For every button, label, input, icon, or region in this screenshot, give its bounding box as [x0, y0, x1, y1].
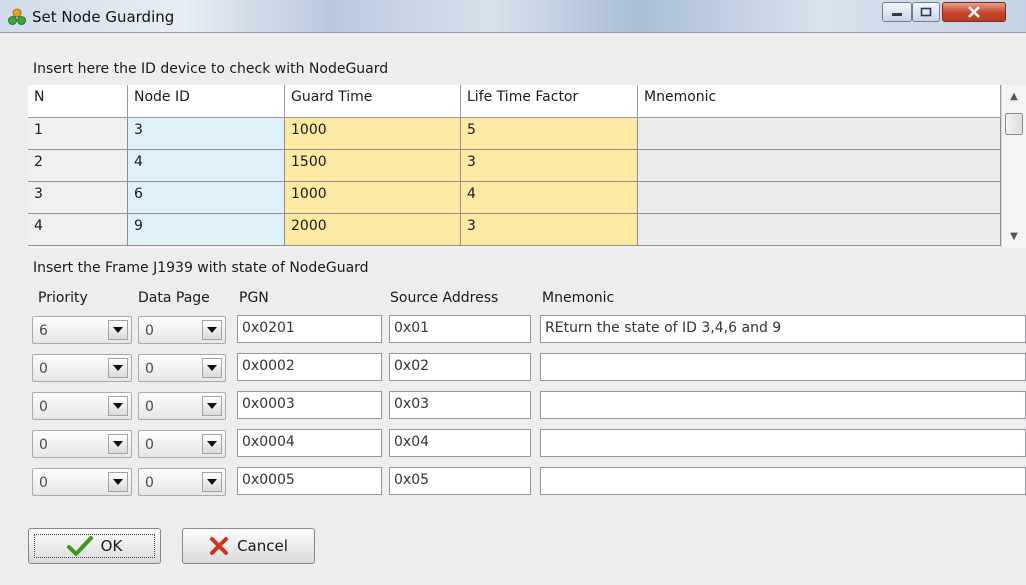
ok-button[interactable]: OK [28, 528, 161, 564]
grid-cell-mnemonic[interactable] [638, 150, 1001, 182]
chevron-down-icon[interactable] [202, 358, 222, 378]
grid-header-guard-time[interactable]: Guard Time [285, 85, 461, 118]
window-title: Set Node Guarding [32, 8, 175, 26]
maximize-icon [920, 7, 932, 17]
grid-cell-mnemonic[interactable] [638, 214, 1001, 246]
priority-value: 0 [39, 399, 48, 415]
grid-header-n[interactable]: N [28, 85, 128, 118]
grid-cell-life-time-factor[interactable]: 4 [461, 182, 638, 214]
scroll-thumb[interactable] [1005, 113, 1023, 135]
node-guard-grid: N Node ID Guard Time Life Time Factor Mn… [28, 85, 1026, 248]
data-page-select[interactable]: 0 [138, 430, 226, 458]
chevron-down-icon[interactable] [202, 472, 222, 492]
grid-header-node-id[interactable]: Node ID [128, 85, 285, 118]
pgn-field[interactable]: 0x0201 [237, 315, 382, 343]
chevron-down-icon[interactable] [108, 396, 128, 416]
grid-header-mnemonic[interactable]: Mnemonic [638, 85, 1001, 118]
nodes-icon [8, 8, 26, 25]
priority-select[interactable]: 0 [32, 392, 132, 420]
cancel-label: Cancel [237, 537, 288, 555]
cancel-button[interactable]: Cancel [182, 528, 315, 564]
priority-value: 0 [39, 475, 48, 491]
scroll-up-arrow-icon[interactable]: ▲ [1002, 85, 1026, 107]
data-page-value: 0 [145, 361, 154, 377]
mnemonic-field[interactable] [540, 467, 1026, 495]
priority-value: 0 [39, 437, 48, 453]
grid-cell-life-time-factor[interactable]: 3 [461, 150, 638, 182]
grid-row-number[interactable]: 3 [28, 182, 128, 214]
grid-cell-mnemonic[interactable] [638, 182, 1001, 214]
priority-select[interactable]: 0 [32, 354, 132, 382]
maximize-button[interactable] [912, 2, 940, 22]
minimize-button[interactable] [882, 2, 912, 22]
grid-header-life-time-factor[interactable]: Life Time Factor [461, 85, 638, 118]
priority-value: 6 [39, 323, 48, 339]
data-page-header: Data Page [138, 290, 210, 306]
mnemonic-field[interactable] [540, 429, 1026, 457]
source-address-field[interactable]: 0x05 [389, 467, 531, 495]
source-address-header: Source Address [390, 290, 499, 306]
set-node-guarding-window: Set Node Guarding Insert here the ID dev… [0, 0, 1026, 585]
chevron-down-icon[interactable] [108, 358, 128, 378]
data-page-select[interactable]: 0 [138, 392, 226, 420]
chevron-down-icon[interactable] [108, 434, 128, 454]
priority-header: Priority [38, 290, 88, 306]
grid-cell-node-id[interactable]: 3 [128, 118, 285, 150]
pgn-header: PGN [239, 290, 269, 306]
close-button[interactable] [942, 2, 1006, 22]
checkmark-icon [66, 536, 93, 556]
grid-cell-node-id[interactable]: 4 [128, 150, 285, 182]
grid-row-number[interactable]: 1 [28, 118, 128, 150]
pgn-field[interactable]: 0x0002 [237, 353, 382, 381]
source-address-field[interactable]: 0x02 [389, 353, 531, 381]
data-page-value: 0 [145, 475, 154, 491]
chevron-down-icon[interactable] [108, 320, 128, 340]
data-page-value: 0 [145, 437, 154, 453]
pgn-field[interactable]: 0x0003 [237, 391, 382, 419]
mnemonic-header: Mnemonic [542, 290, 615, 306]
priority-value: 0 [39, 361, 48, 377]
chevron-down-icon[interactable] [202, 434, 222, 454]
data-page-select[interactable]: 0 [138, 468, 226, 496]
mnemonic-field[interactable]: REturn the state of ID 3,4,6 and 9 [540, 315, 1026, 343]
source-address-field[interactable]: 0x03 [389, 391, 531, 419]
frame-section-label: Insert the Frame J1939 with state of Nod… [33, 260, 369, 276]
data-page-select[interactable]: 0 [138, 316, 226, 344]
mnemonic-field[interactable] [540, 353, 1026, 381]
grid-cell-guard-time[interactable]: 1500 [285, 150, 461, 182]
chevron-down-icon[interactable] [202, 396, 222, 416]
scroll-down-arrow-icon[interactable]: ▼ [1002, 225, 1026, 247]
grid-row-number[interactable]: 4 [28, 214, 128, 246]
minimize-icon [892, 13, 902, 16]
grid-cell-node-id[interactable]: 9 [128, 214, 285, 246]
chevron-down-icon[interactable] [108, 472, 128, 492]
cancel-x-icon [210, 537, 229, 555]
source-address-field[interactable]: 0x04 [389, 429, 531, 457]
close-icon [968, 6, 980, 18]
pgn-field[interactable]: 0x0005 [237, 467, 382, 495]
mnemonic-field[interactable] [540, 391, 1026, 419]
data-page-select[interactable]: 0 [138, 354, 226, 382]
data-page-value: 0 [145, 323, 154, 339]
ok-label: OK [100, 537, 123, 555]
data-page-value: 0 [145, 399, 154, 415]
grid-cell-life-time-factor[interactable]: 5 [461, 118, 638, 150]
grid-row-number[interactable]: 2 [28, 150, 128, 182]
priority-select[interactable]: 0 [32, 430, 132, 458]
grid-scrollbar[interactable]: ▲ ▼ [1001, 85, 1026, 248]
grid-cell-guard-time[interactable]: 1000 [285, 182, 461, 214]
chevron-down-icon[interactable] [202, 320, 222, 340]
grid-cell-guard-time[interactable]: 2000 [285, 214, 461, 246]
priority-select[interactable]: 6 [32, 316, 132, 344]
grid-cell-node-id[interactable]: 6 [128, 182, 285, 214]
priority-select[interactable]: 0 [32, 468, 132, 496]
source-address-field[interactable]: 0x01 [389, 315, 531, 343]
grid-cell-life-time-factor[interactable]: 3 [461, 214, 638, 246]
grid-cell-mnemonic[interactable] [638, 118, 1001, 150]
title-bar[interactable]: Set Node Guarding [0, 0, 1026, 33]
grid-section-label: Insert here the ID device to check with … [33, 61, 389, 77]
pgn-field[interactable]: 0x0004 [237, 429, 382, 457]
grid-cell-guard-time[interactable]: 1000 [285, 118, 461, 150]
